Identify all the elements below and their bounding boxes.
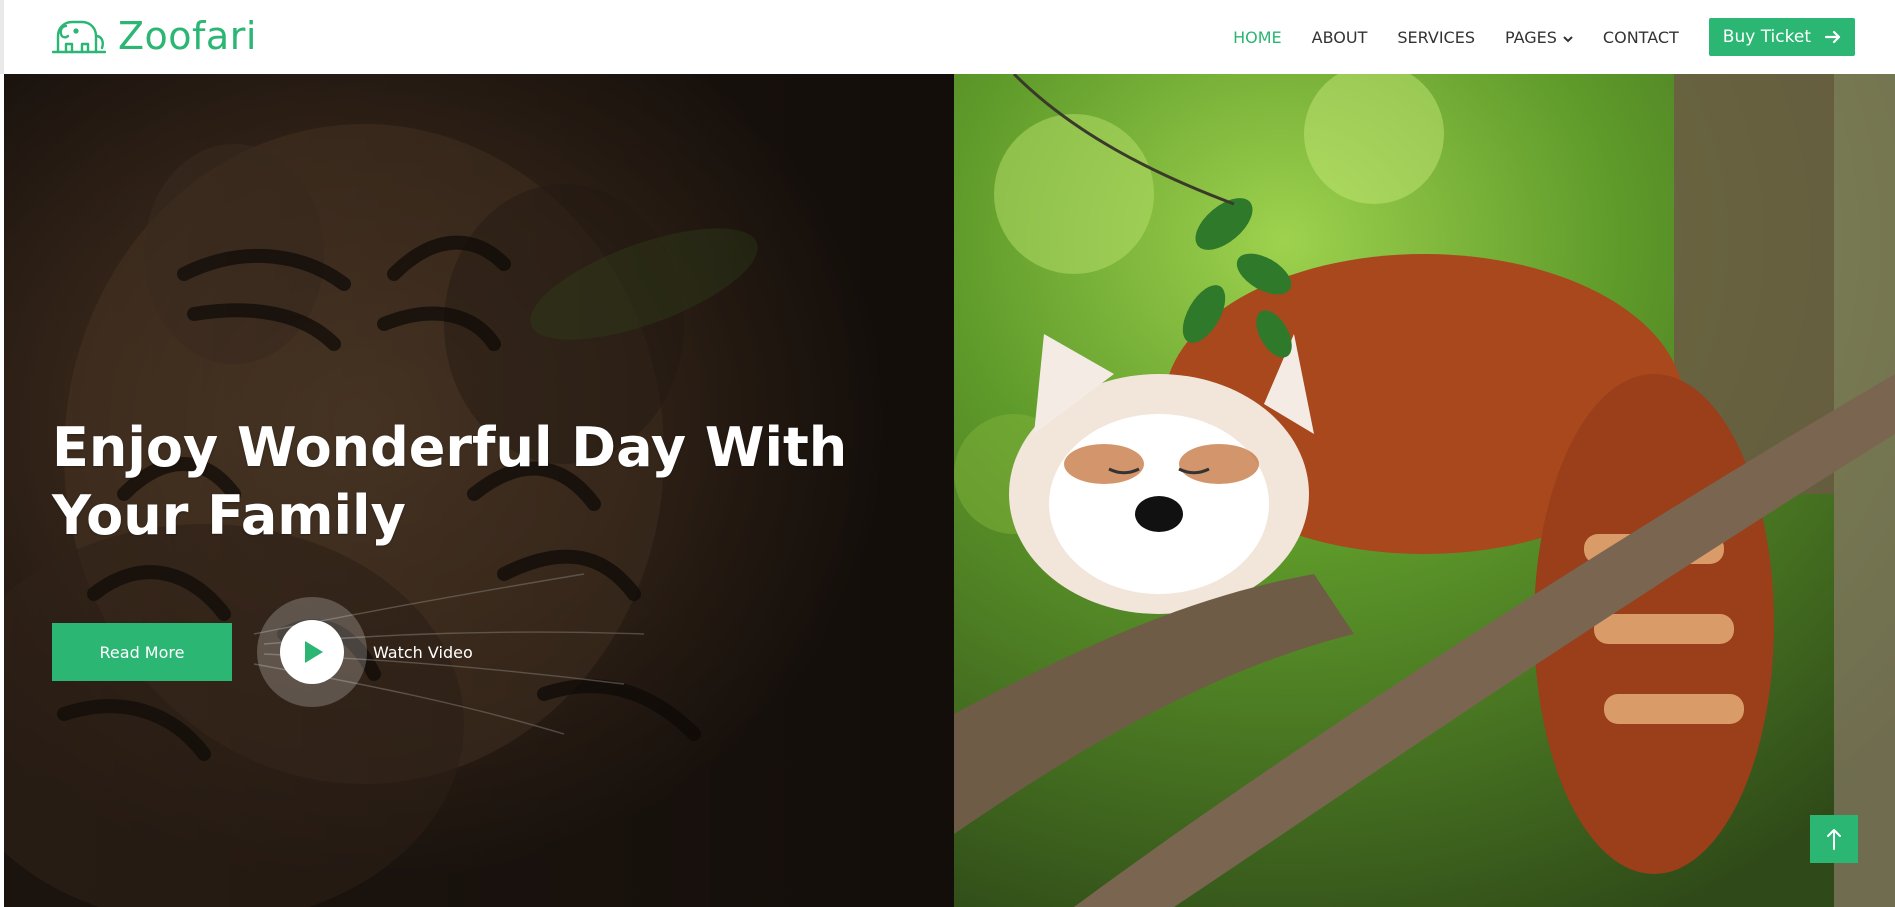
nav-about[interactable]: ABOUT [1312,28,1368,47]
navbar: Zoofari HOME ABOUT SERVICES PAGES CONTAC… [0,0,1895,74]
red-panda-photo [954,74,1895,907]
main-nav: HOME ABOUT SERVICES PAGES CONTACT Buy Ti… [1233,0,1855,74]
page: Zoofari HOME ABOUT SERVICES PAGES CONTAC… [0,0,1895,907]
arrow-right-icon [1825,30,1841,44]
nav-services[interactable]: SERVICES [1397,28,1475,47]
watch-video-label[interactable]: Watch Video [373,643,473,662]
read-more-button[interactable]: Read More [52,623,232,681]
nav-pages-label: PAGES [1504,27,1557,47]
buy-ticket-button[interactable]: Buy Ticket [1708,18,1855,56]
elephant-icon [52,16,106,56]
nav-pages[interactable]: PAGES [1505,28,1573,47]
arrow-up-icon [1827,828,1841,850]
hero-actions: Read More Watch Video [52,597,473,707]
brand-logo-link[interactable]: Zoofari [52,14,257,58]
nav-home[interactable]: HOME [1233,28,1282,47]
hero-content: Enjoy Wonderful Day With Your Family [52,414,932,550]
chevron-down-icon [1563,28,1573,47]
brand-name: Zoofari [118,14,257,58]
back-to-top-button[interactable] [1810,815,1858,863]
hero-section: Enjoy Wonderful Day With Your Family Rea… [4,74,1895,907]
buy-ticket-label: Buy Ticket [1722,27,1811,47]
hero-title: Enjoy Wonderful Day With Your Family [52,416,848,547]
nav-contact[interactable]: CONTACT [1603,28,1679,47]
play-video-ring [257,597,367,707]
play-video-button[interactable] [280,620,344,684]
play-icon [301,641,323,663]
